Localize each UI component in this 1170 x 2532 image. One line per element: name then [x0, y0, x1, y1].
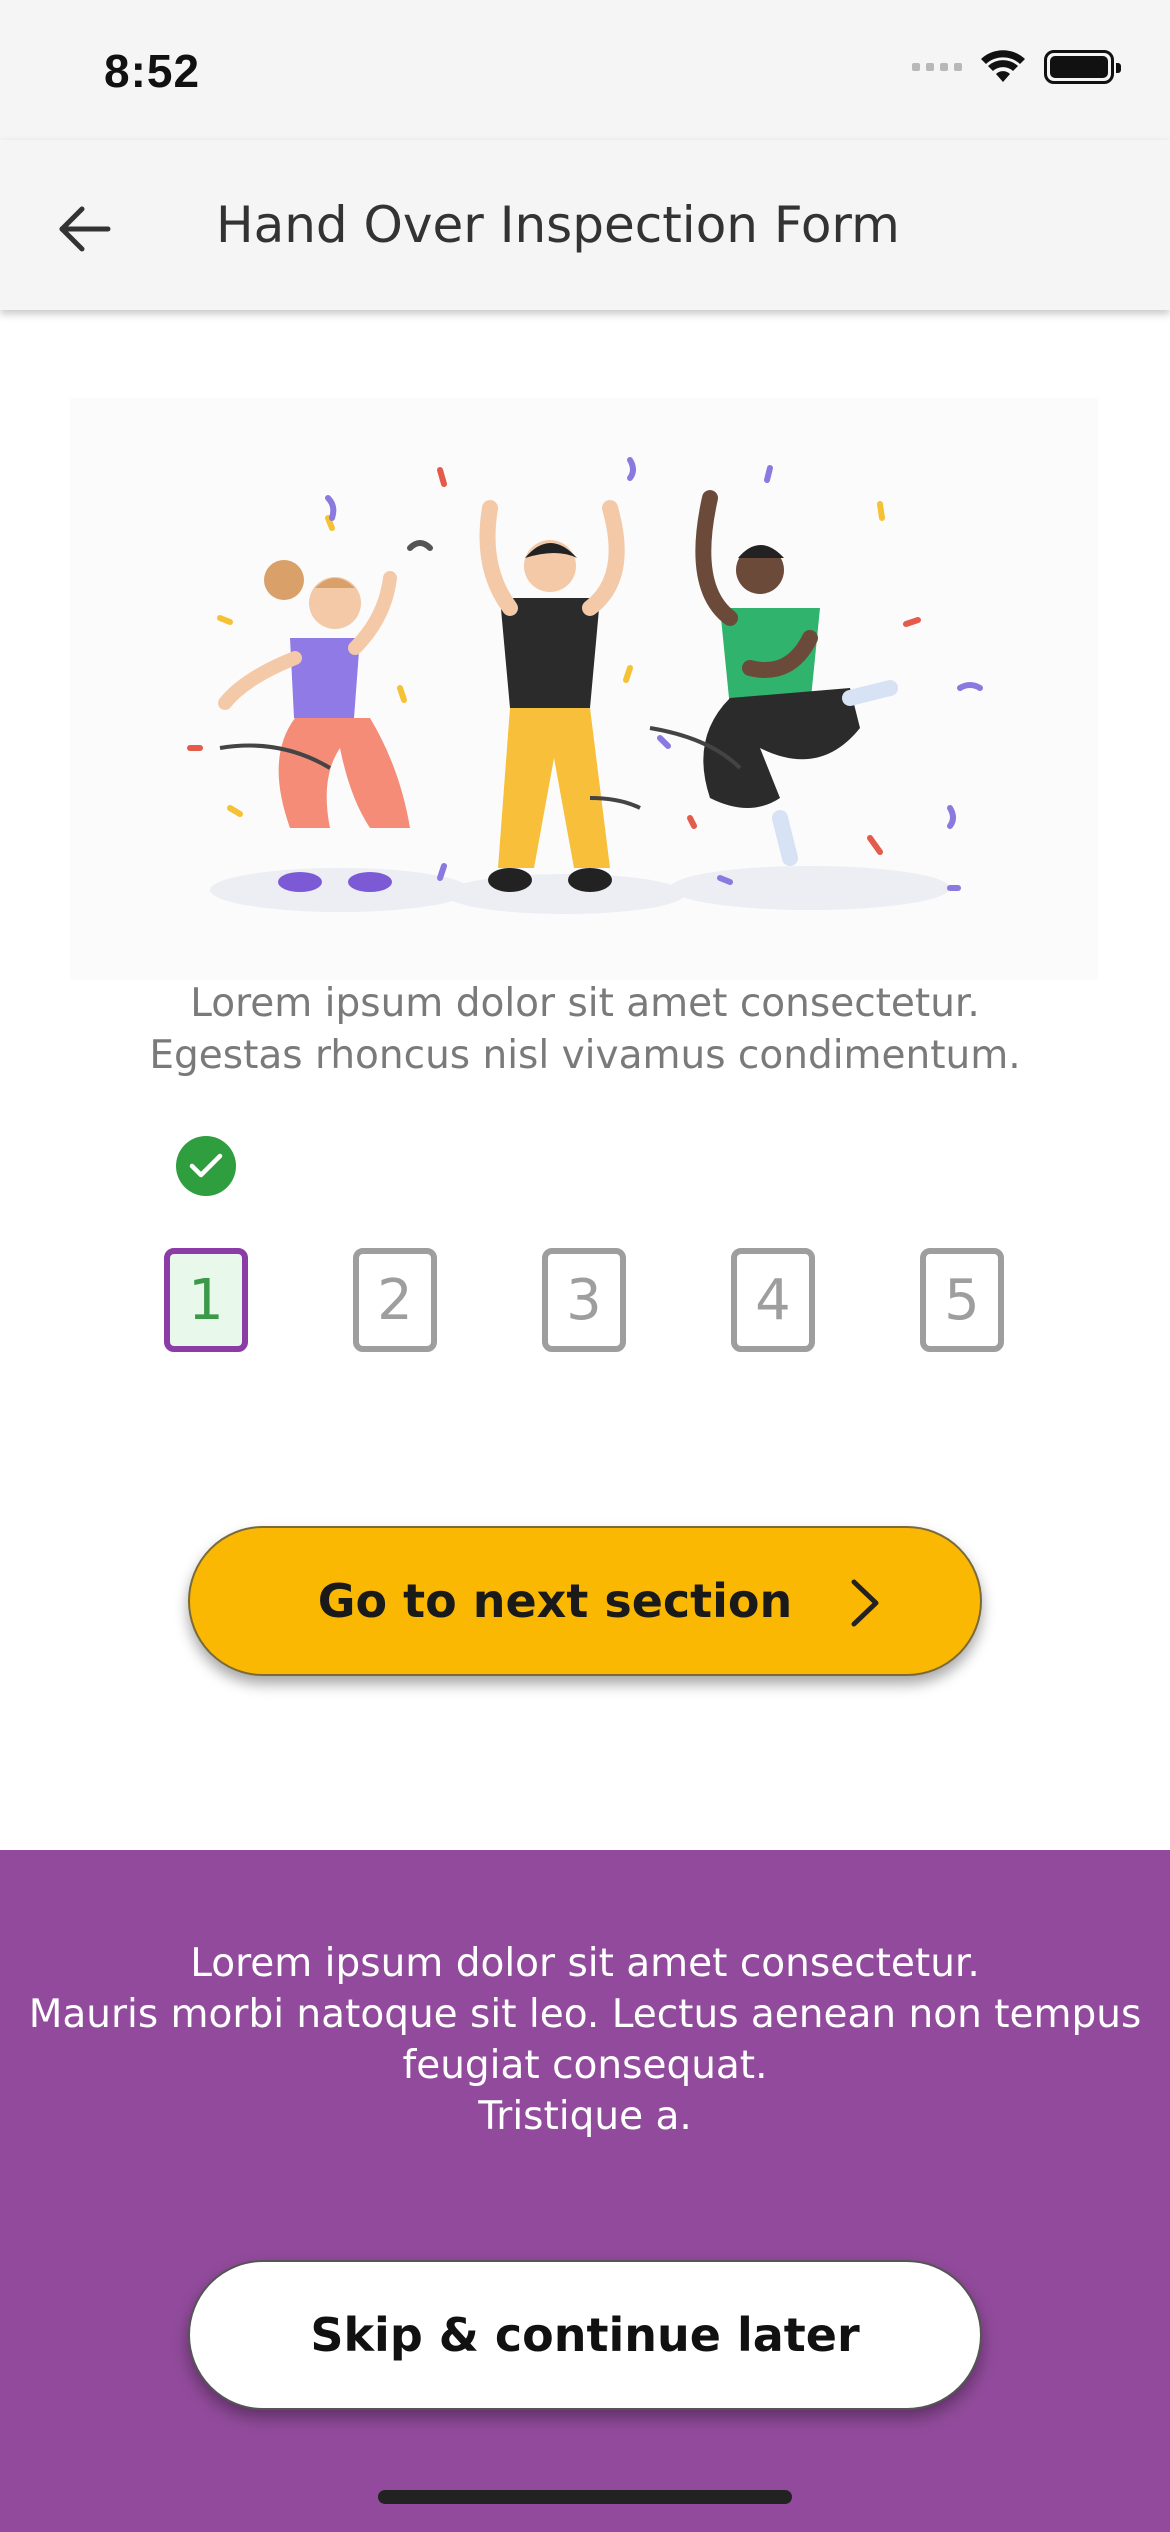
screen: 8:52 Hand Over Inspection Form Lorem ips… — [0, 0, 1170, 2532]
arrow-left-icon — [59, 206, 111, 252]
step-5[interactable]: 5 — [920, 1248, 1004, 1352]
footer-line-2: Mauris morbi natoque sit leo. Lectus aen… — [28, 1992, 1142, 2037]
skip-continue-later-button[interactable]: Skip & continue later — [188, 2260, 982, 2410]
next-section-button[interactable]: Go to next section — [188, 1526, 982, 1676]
celebration-illustration — [70, 398, 1098, 980]
step-4[interactable]: 4 — [731, 1248, 815, 1352]
wifi-icon — [980, 50, 1026, 84]
footer-line-4: Tristique a. — [478, 2094, 692, 2139]
home-indicator[interactable] — [378, 2490, 792, 2504]
battery-icon — [1044, 50, 1121, 84]
footer-text: Lorem ipsum dolor sit amet consectetur. … — [0, 1938, 1170, 2142]
app-bar: Hand Over Inspection Form — [0, 140, 1170, 310]
page-title: Hand Over Inspection Form — [216, 196, 900, 254]
step-indicator: 1 2 3 4 5 — [0, 1248, 1170, 1352]
intro-line-1: Lorem ipsum dolor sit amet consectetur. — [190, 981, 980, 1026]
footer-line-1: Lorem ipsum dolor sit amet consectetur. — [190, 1941, 980, 1986]
signal-icon — [912, 63, 962, 71]
next-section-label: Go to next section — [317, 1574, 793, 1628]
skip-label: Skip & continue later — [310, 2308, 860, 2362]
status-bar: 8:52 — [0, 0, 1170, 140]
chevron-right-icon — [851, 1579, 879, 1627]
footer-line-3: feugiat consequat. — [402, 2043, 768, 2088]
intro-text: Lorem ipsum dolor sit amet consectetur. … — [0, 978, 1170, 1082]
check-circle-icon — [176, 1136, 236, 1196]
step-2[interactable]: 2 — [353, 1248, 437, 1352]
step-1[interactable]: 1 — [164, 1248, 248, 1352]
back-button[interactable] — [52, 196, 118, 262]
footer-panel: Lorem ipsum dolor sit amet consectetur. … — [0, 1850, 1170, 2532]
intro-line-2: Egestas rhoncus nisl vivamus condimentum… — [149, 1033, 1021, 1078]
status-time: 8:52 — [104, 45, 201, 97]
status-icons — [912, 50, 1121, 84]
step-3[interactable]: 3 — [542, 1248, 626, 1352]
